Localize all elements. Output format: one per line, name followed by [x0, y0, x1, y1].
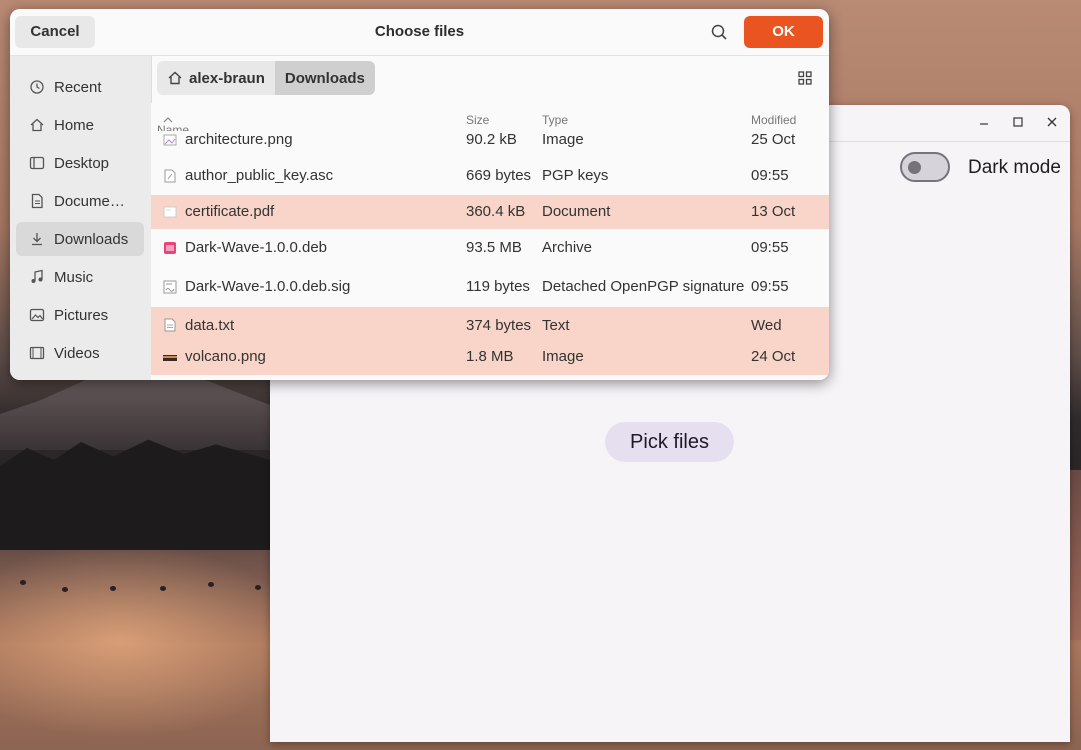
file-modified: 25 Oct [751, 131, 796, 148]
file-name: Dark-Wave-1.0.0.deb [185, 239, 328, 256]
table-row[interactable]: volcano.png 1.8 MB Image 24 Oct [151, 341, 829, 375]
sidebar-item-bin[interactable]: bin [16, 372, 144, 380]
column-modified[interactable]: Modified [751, 113, 796, 127]
document-icon [28, 192, 46, 210]
sidebar-item-label: Home [54, 116, 95, 134]
file-size: 119 bytes [466, 278, 530, 295]
file-modified: Wed [751, 317, 782, 334]
file-chooser-dialog: Cancel Choose files OK Recent Home Deskt… [10, 9, 829, 380]
sidebar-item-label: Downloads [54, 230, 129, 248]
file-type: Text [542, 317, 570, 334]
file-list: architecture.png 90.2 kB Image 25 Oct au… [151, 131, 829, 380]
file-type: Image [542, 131, 584, 148]
file-name: author_public_key.asc [185, 167, 334, 184]
pdf-file-icon [163, 206, 177, 218]
file-name: Dark-Wave-1.0.0.deb.sig [185, 278, 351, 295]
text-file-icon [164, 318, 176, 332]
dialog-title: Choose files [374, 23, 465, 40]
path-crumb-home[interactable]: alex-braun [157, 61, 275, 95]
signature-file-icon [163, 280, 177, 294]
video-icon [28, 344, 46, 362]
file-size: 374 bytes [466, 317, 532, 334]
sidebar-item-music[interactable]: Music [16, 260, 144, 294]
dialog-header: Cancel Choose files OK [10, 9, 829, 56]
pick-files-button[interactable]: Pick files [605, 422, 734, 462]
sidebar-item-recent[interactable]: Recent [16, 70, 144, 104]
sidebar-item-label: Videos [54, 344, 100, 362]
desktop-icon [28, 154, 46, 172]
path-crumb-downloads[interactable]: Downloads [274, 61, 375, 95]
sidebar-item-pictures[interactable]: Pictures [16, 298, 144, 332]
clock-icon [28, 78, 46, 96]
home-icon [28, 116, 46, 134]
minimize-icon[interactable] [974, 113, 994, 133]
table-row[interactable]: author_public_key.asc 669 bytes PGP keys… [151, 157, 829, 195]
table-row[interactable]: Dark-Wave-1.0.0.deb.sig 119 bytes Detach… [151, 267, 829, 307]
dark-mode-toggle[interactable] [900, 152, 950, 182]
sidebar-item-documents[interactable]: Docume… [16, 184, 144, 218]
file-modified: 09:55 [751, 278, 789, 295]
file-size: 669 bytes [466, 167, 532, 184]
download-icon [28, 230, 46, 248]
toggle-knob [908, 161, 921, 174]
ok-button[interactable]: OK [744, 16, 823, 48]
file-size: 1.8 MB [466, 348, 514, 365]
picture-icon [28, 306, 46, 324]
file-name: architecture.png [185, 131, 293, 148]
sidebar-item-label: Docume… [54, 192, 125, 210]
path-crumb-label: alex-braun [189, 69, 265, 87]
sidebar-item-downloads[interactable]: Downloads [16, 222, 144, 256]
music-icon [28, 268, 46, 286]
file-modified: 09:55 [751, 167, 789, 184]
file-type: Image [542, 348, 584, 365]
file-name: data.txt [185, 317, 235, 334]
sidebar-item-label: Recent [54, 78, 102, 96]
sidebar-item-desktop[interactable]: Desktop [16, 146, 144, 180]
table-row[interactable]: Dark-Wave-1.0.0.deb 93.5 MB Archive 09:5… [151, 229, 829, 267]
key-file-icon [164, 169, 176, 183]
column-name[interactable]: Name [157, 113, 189, 137]
sidebar-item-label: Desktop [54, 154, 110, 172]
maximize-icon[interactable] [1008, 113, 1028, 133]
table-row[interactable]: data.txt 374 bytes Text Wed [151, 307, 829, 341]
column-size[interactable]: Size [466, 113, 489, 127]
file-list-header: Name Size Type Modified [151, 103, 829, 137]
package-file-icon [164, 242, 176, 254]
table-row[interactable]: architecture.png 90.2 kB Image 25 Oct [151, 131, 829, 157]
path-crumb-label: Downloads [284, 69, 365, 87]
file-type: Archive [542, 239, 593, 256]
grid-view-icon[interactable] [796, 69, 814, 87]
sidebar-item-label: Pictures [54, 306, 109, 324]
table-row[interactable]: certificate.pdf 360.4 kB Document 13 Oct [151, 195, 829, 229]
file-modified: 13 Oct [751, 203, 796, 220]
image-file-icon [163, 134, 177, 146]
file-type: PGP keys [542, 167, 609, 184]
file-size: 93.5 MB [466, 239, 522, 256]
sidebar-item-home[interactable]: Home [16, 108, 144, 142]
home-icon [168, 71, 182, 85]
file-size: 360.4 kB [466, 203, 526, 220]
image-file-icon [163, 355, 177, 361]
file-modified: 09:55 [751, 239, 789, 256]
file-name: certificate.pdf [185, 203, 275, 220]
file-name: volcano.png [185, 348, 266, 365]
close-icon[interactable] [1042, 113, 1062, 133]
file-type: Detached OpenPGP signature [542, 278, 745, 295]
search-icon[interactable] [708, 21, 732, 45]
column-type[interactable]: Type [542, 113, 568, 127]
places-sidebar: Recent Home Desktop Docume… Downloads Mu… [10, 56, 152, 380]
path-bar: alex-braun Downloads [157, 61, 375, 95]
file-type: Document [542, 203, 611, 220]
dark-mode-label: Dark mode [968, 157, 1061, 178]
file-size: 90.2 kB [466, 131, 517, 148]
sidebar-item-videos[interactable]: Videos [16, 336, 144, 370]
sidebar-item-label: Music [54, 268, 94, 286]
file-modified: 24 Oct [751, 348, 796, 365]
